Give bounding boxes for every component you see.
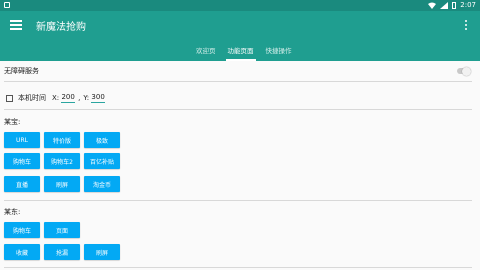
toggle-knob: [462, 66, 471, 76]
battery-icon: [452, 1, 457, 9]
divider: [4, 81, 472, 82]
tb-url-button[interactable]: URL: [4, 132, 40, 148]
app-bar: 新魔法抢购 欢迎页 功能页面 快捷操作: [0, 11, 480, 61]
tb-subsidy-button[interactable]: 百亿补贴: [84, 153, 120, 169]
tab-shortcut[interactable]: 快捷操作: [260, 46, 298, 61]
tb-coin-button[interactable]: 淘金币: [84, 176, 120, 192]
section-jd-title: 某东:: [4, 208, 21, 216]
tb-live-button[interactable]: 直播: [4, 176, 40, 192]
tb-special-button[interactable]: 特价版: [44, 132, 80, 148]
accessibility-label: 无障碍服务: [4, 67, 39, 75]
jd-cart-button[interactable]: 购物车: [4, 222, 40, 238]
local-time-checkbox[interactable]: [6, 94, 13, 102]
app-title: 新魔法抢购: [36, 22, 86, 33]
y-input[interactable]: 300: [91, 93, 106, 103]
status-right: 2:07: [428, 1, 476, 9]
jd-grab-button[interactable]: 抢漏: [44, 244, 80, 260]
more-options-icon[interactable]: [465, 20, 468, 30]
main-content: 无障碍服务 本机时间 X: 200 , Y: 300 某宝: URL 特价版 极…: [0, 61, 480, 270]
jd-page-button[interactable]: 页面: [44, 222, 80, 238]
x-label: X:: [52, 94, 60, 102]
local-time-row: 本机时间 X: 200 , Y: 300: [6, 93, 108, 103]
tab-function[interactable]: 功能页面: [222, 46, 260, 61]
local-time-label: 本机时间: [18, 94, 46, 102]
jd-refresh-button[interactable]: 刷屏: [84, 244, 120, 260]
divider: [4, 200, 472, 201]
section-taobao-title: 某宝:: [4, 118, 21, 126]
tab-welcome[interactable]: 欢迎页: [190, 46, 222, 61]
tb-extreme-button[interactable]: 极致: [84, 132, 120, 148]
y-label: Y:: [83, 94, 90, 102]
clock: 2:07: [460, 1, 476, 9]
tb-cart2-button[interactable]: 购物车2: [44, 153, 80, 169]
divider: [4, 109, 472, 110]
signal-icon: [440, 1, 449, 9]
accessibility-toggle[interactable]: [457, 66, 471, 76]
comma-separator: ,: [78, 94, 81, 102]
jd-favorite-button[interactable]: 收藏: [4, 244, 40, 260]
tb-cart-button[interactable]: 购物车: [4, 153, 40, 169]
tb-refresh-button[interactable]: 刷屏: [44, 176, 80, 192]
x-input[interactable]: 200: [61, 93, 76, 103]
menu-icon[interactable]: [10, 20, 22, 30]
notification-icon: [4, 2, 10, 8]
tab-bar: 欢迎页 功能页面 快捷操作: [190, 46, 298, 61]
wifi-icon: [428, 2, 437, 9]
divider: [4, 267, 472, 268]
status-bar: 2:07: [0, 0, 480, 11]
